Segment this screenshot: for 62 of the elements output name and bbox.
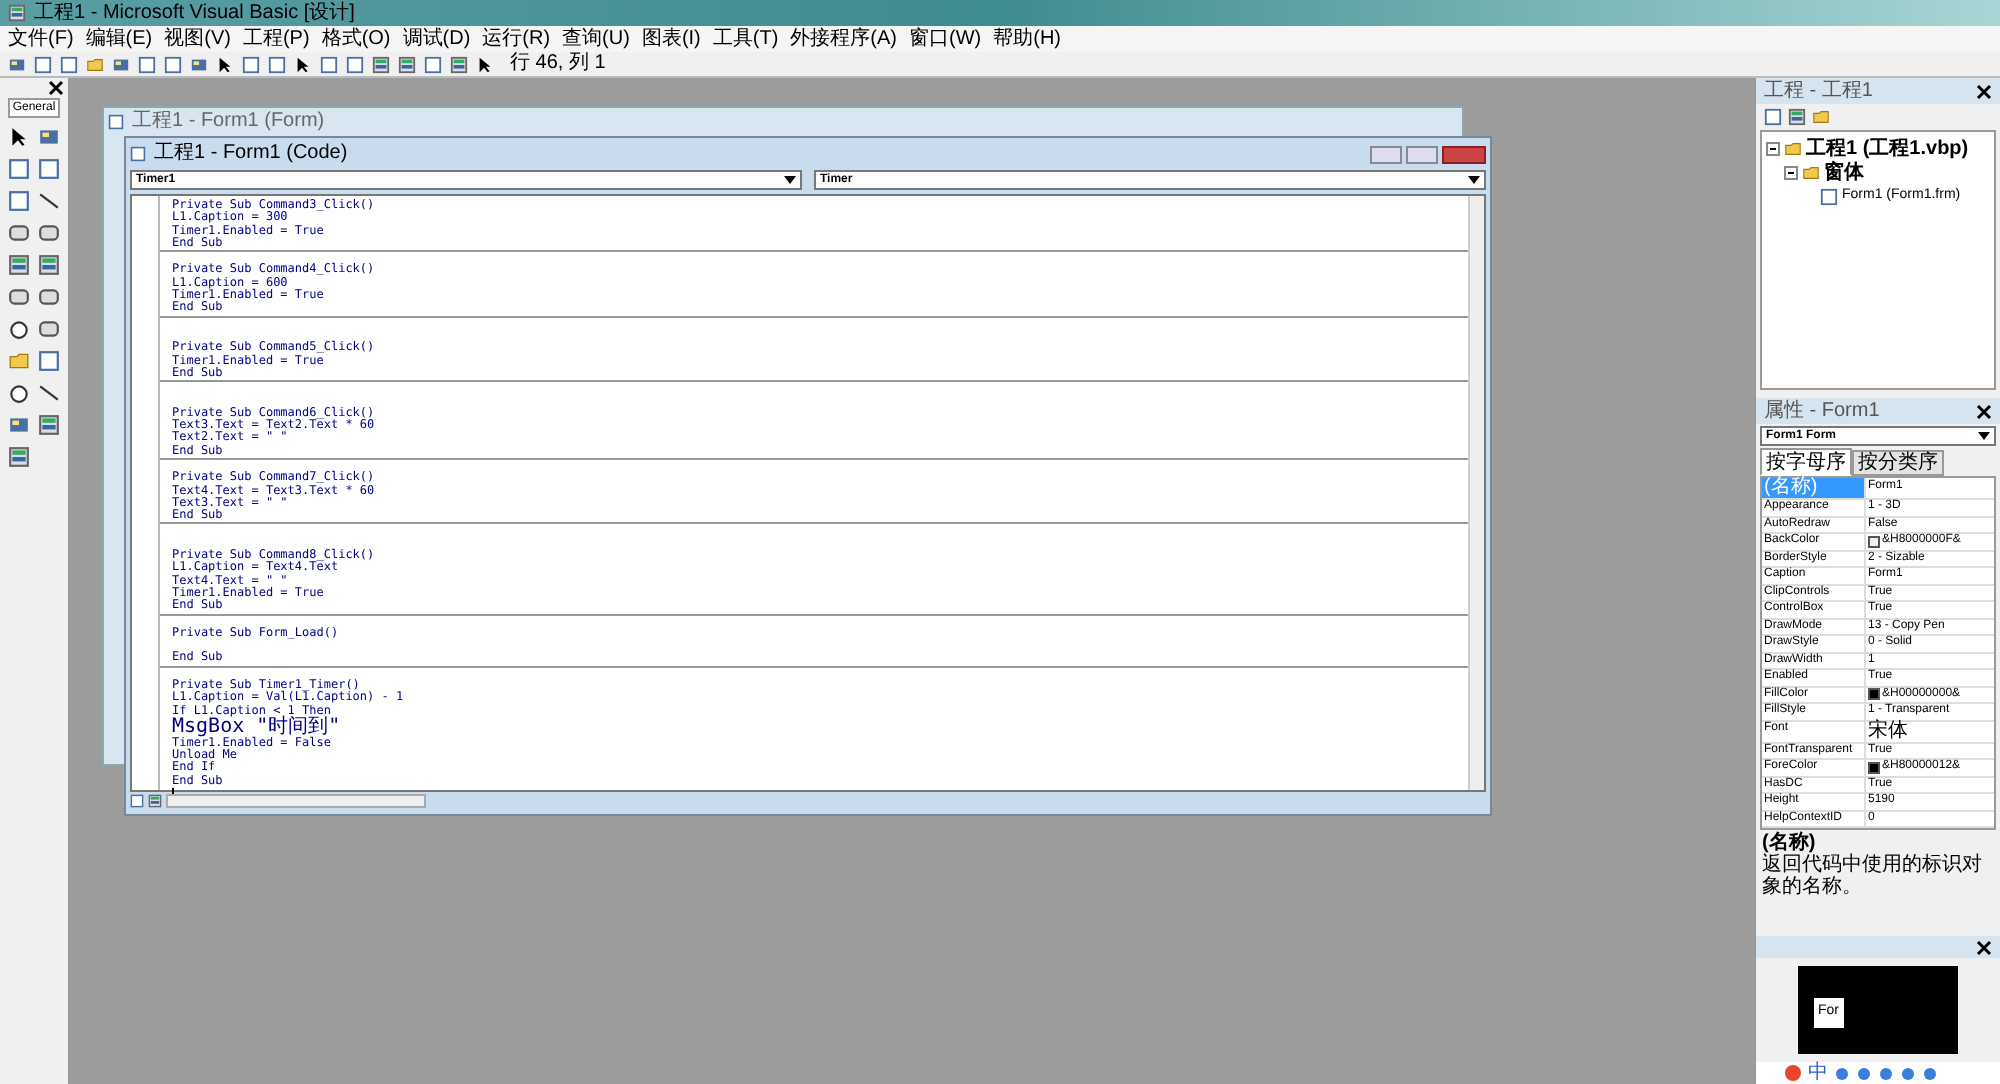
window-title: 工程1 - Microsoft Visual Basic [设计] — [34, 3, 355, 23]
menu-item[interactable]: 工具(T) — [712, 29, 779, 49]
close-icon[interactable] — [1976, 403, 1992, 419]
panel-title: 工程 - 工程1 — [1764, 81, 1873, 101]
property-value[interactable]: 宋体 — [1868, 721, 1908, 741]
cursor-position: 行 46, 列 1 — [510, 54, 606, 74]
input-mode[interactable]: 中 — [1808, 1063, 1828, 1083]
dropdown-arrow-icon — [784, 176, 796, 184]
toolbar-icon[interactable] — [476, 55, 494, 73]
tool-icon[interactable] — [38, 222, 60, 244]
tool-icon[interactable] — [38, 382, 60, 404]
menu-item[interactable]: 窗口(W) — [909, 29, 982, 49]
tool-icon[interactable] — [8, 286, 30, 308]
menu-item[interactable]: 调试(D) — [402, 29, 471, 49]
menu-item[interactable]: 编辑(E) — [85, 29, 153, 49]
code-line: MsgBox "时间到" — [172, 717, 343, 738]
tool-icon[interactable] — [38, 190, 60, 212]
form-icon[interactable] — [1820, 187, 1838, 205]
menu-item[interactable]: 运行(R) — [482, 29, 551, 49]
view-object-icon[interactable] — [1788, 108, 1806, 126]
menu-item[interactable]: 格式(O) — [321, 29, 391, 49]
tab[interactable]: 按分类序 — [1852, 450, 1944, 476]
collapse-icon[interactable] — [1766, 141, 1780, 155]
procedure-view-icon[interactable] — [130, 794, 144, 808]
menu-item[interactable]: 外接程序(A) — [790, 29, 898, 49]
tool-icon[interactable] — [8, 222, 30, 244]
menu-item[interactable]: 帮助(H) — [993, 29, 1062, 49]
horizontal-scrollbar[interactable] — [166, 794, 426, 808]
menu-item[interactable]: 图表(I) — [641, 29, 701, 49]
tool-icon[interactable] — [38, 286, 60, 308]
menu-item[interactable]: 查询(U) — [562, 29, 630, 49]
dropdown-arrow-icon — [1468, 176, 1480, 184]
close-icon[interactable] — [1976, 83, 1992, 99]
view-code-icon[interactable] — [1764, 108, 1782, 126]
close-icon[interactable] — [48, 80, 64, 96]
tree-item[interactable]: 工程1 (工程1.vbp) — [1806, 133, 1969, 163]
module-view-icon[interactable] — [148, 794, 162, 808]
panel-title: 属性 - Form1 — [1764, 401, 1880, 421]
code-icon[interactable] — [130, 146, 146, 162]
description-title: (名称) — [1762, 832, 1818, 854]
form-icon[interactable] — [108, 114, 124, 130]
tool-icon[interactable] — [38, 318, 60, 340]
menu-item[interactable]: 文件(F) — [8, 29, 74, 49]
tool-icon[interactable] — [8, 318, 30, 340]
tool-icon[interactable] — [8, 126, 30, 148]
close-button[interactable] — [1442, 145, 1486, 163]
dropdown-arrow-icon — [1978, 432, 1990, 440]
minimize-button[interactable] — [1370, 145, 1402, 163]
app-icon[interactable] — [8, 4, 26, 22]
maximize-button[interactable] — [1406, 145, 1438, 163]
vertical-scrollbar[interactable] — [1468, 196, 1484, 790]
menu-item[interactable]: 工程(P) — [242, 29, 310, 49]
window-title: 工程1 - Form1 (Form) — [132, 112, 325, 132]
menu-item[interactable]: 视图(V) — [164, 29, 231, 49]
close-icon[interactable] — [1976, 939, 1992, 955]
description-text: 返回代码中使用的标识对象的名称。 — [1762, 854, 1984, 898]
window-title: 工程1 - Form1 (Code) — [154, 144, 348, 164]
tree-item[interactable]: 窗体 — [1824, 157, 1864, 187]
collapse-icon[interactable] — [1784, 165, 1798, 179]
ime-logo-icon[interactable] — [1784, 1064, 1802, 1082]
tool-icon[interactable] — [8, 382, 30, 404]
tab[interactable]: 按字母序 — [1760, 448, 1852, 476]
